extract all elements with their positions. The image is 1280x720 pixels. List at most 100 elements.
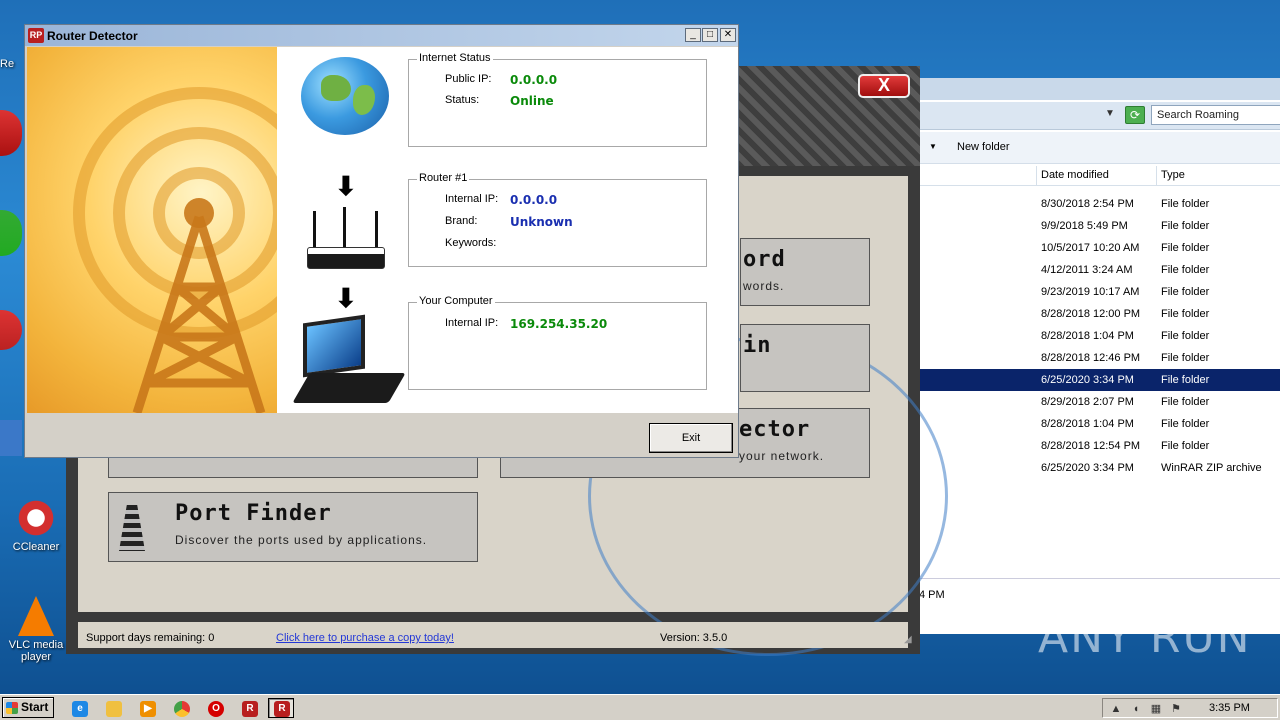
feature-desc: words. [743,279,785,293]
public-ip-value: 0.0.0.0 [510,73,558,87]
public-ip-label: Public IP: [445,73,492,85]
file-type: File folder [1161,374,1210,386]
taskbar-chrome[interactable] [168,698,194,718]
close-button[interactable]: ✕ [720,28,736,42]
desktop-partial-icon[interactable] [0,210,22,256]
file-type: File folder [1161,308,1210,320]
file-type: File folder [1161,198,1210,210]
file-row[interactable]: 8/28/2018 1:04 PM File folder [901,325,1280,347]
taskbar-app-2[interactable]: R [268,698,294,718]
feature-button-password[interactable]: ord words. [740,238,870,306]
file-date: 6/25/2020 3:34 PM [1041,374,1134,386]
group-legend: Your Computer [417,295,495,307]
taskbar-ie[interactable]: e [66,698,92,718]
feature-button-port-finder[interactable]: Port Finder Discover the ports used by a… [108,492,478,562]
chevron-up-icon[interactable]: ▲ [1109,702,1123,716]
feature-desc: Discover the ports used by applications. [175,533,428,547]
maximize-button[interactable]: □ [702,28,718,42]
start-button[interactable]: Start [2,697,54,718]
desktop-partial-icon[interactable] [0,310,22,350]
app-icon: RP [28,28,44,43]
desktop-partial-icon[interactable] [0,420,22,456]
start-label: Start [21,700,49,714]
router-brand-value: Unknown [510,215,573,229]
chevron-down-icon[interactable]: ▼ [929,142,937,151]
file-date: 8/28/2018 12:54 PM [1041,440,1141,452]
feature-title: ord [743,247,786,272]
computer-internal-ip-label: Internal IP: [445,317,499,329]
details-text: 4 PM [919,589,945,601]
exit-button[interactable]: Exit [649,423,733,453]
network-icon[interactable]: ▦ [1149,702,1163,716]
file-row[interactable]: 8/28/2018 12:54 PM File folder [901,435,1280,457]
app-icon: R [242,701,258,717]
tower-artwork [27,47,325,415]
router-internal-ip-label: Internal IP: [445,193,499,205]
taskbar-media-player[interactable]: ▶ [134,698,160,718]
folder-icon [106,701,122,717]
group-legend: Router #1 [417,172,470,184]
router-internal-ip-value: 0.0.0.0 [510,193,558,207]
globe-icon [301,57,389,135]
feature-desc: your network. [739,449,825,463]
column-header-type[interactable]: Type [1161,169,1185,181]
taskbar: Start e ▶ O R R ▲ ◖ ▦ ⚑ 3:35 PM [0,694,1280,720]
purchase-link[interactable]: Click here to purchase a copy today! [276,632,454,644]
flag-icon[interactable]: ⚑ [1169,702,1183,716]
taskbar-app-1[interactable]: R [236,698,262,718]
radio-tower-icon [73,87,325,415]
file-row[interactable]: 6/25/2020 3:34 PM File folder [901,369,1280,391]
resize-grip-icon[interactable]: ◢ [904,634,912,645]
file-date: 8/30/2018 2:54 PM [1041,198,1134,210]
laptop-icon [292,314,406,411]
anyrun-watermark: ANY RUN [1038,612,1252,663]
taskbar-explorer[interactable] [100,698,126,718]
file-row[interactable]: 8/28/2018 12:46 PM File folder [901,347,1280,369]
file-row[interactable]: 4/12/2011 3:24 AM File folder [901,259,1280,281]
file-row[interactable]: 9/23/2019 10:17 AM File folder [901,281,1280,303]
file-row[interactable]: 6/25/2020 3:34 PM WinRAR ZIP archive [901,457,1280,479]
file-type: File folder [1161,440,1210,452]
dialog-title: Router Detector [47,29,138,43]
computer-internal-ip-value: 169.254.35.20 [510,317,608,331]
explorer-titlebar [901,78,1280,100]
clock[interactable]: 3:35 PM [1209,702,1250,714]
file-row[interactable]: 10/5/2017 10:20 AM File folder [901,237,1280,259]
opera-icon: O [208,701,224,717]
desktop-icon-vlc[interactable]: VLC media player [6,596,66,663]
file-row[interactable]: 8/28/2018 1:04 PM File folder [901,413,1280,435]
refresh-icon[interactable]: ⟳ [1125,106,1145,124]
dialog-content: ⬇ ⬇ Internet Status Public IP: 0.0.0.0 S… [277,47,738,413]
file-type: File folder [1161,330,1210,342]
router-detector-dialog: RP Router Detector _ □ ✕ ⬇ ⬇ Internet St… [24,24,739,458]
file-date: 8/28/2018 1:04 PM [1041,418,1134,430]
search-input[interactable]: Search Roaming [1151,105,1280,125]
new-folder-button[interactable]: New folder [957,141,1010,153]
your-computer-group: Your Computer [408,295,707,390]
lighthouse-icon [119,505,145,551]
feature-button-login[interactable]: in [740,324,870,392]
file-row[interactable]: 8/28/2018 12:00 PM File folder [901,303,1280,325]
status-value: Online [510,94,554,108]
chrome-icon [174,701,190,717]
column-header-date[interactable]: Date modified [1041,169,1109,181]
file-date: 9/9/2018 5:49 PM [1041,220,1128,232]
version-text: Version: 3.5.0 [660,632,728,644]
file-date: 8/28/2018 12:46 PM [1041,352,1141,364]
chevron-down-icon[interactable]: ▼ [1105,108,1115,119]
close-button[interactable]: X [858,74,910,98]
file-row[interactable]: 9/9/2018 5:49 PM File folder [901,215,1280,237]
desktop-icon-ccleaner[interactable]: CCleaner [6,498,66,553]
system-tray: ▲ ◖ ▦ ⚑ 3:35 PM [1102,698,1278,718]
file-row[interactable]: 8/29/2018 2:07 PM File folder [901,391,1280,413]
file-row[interactable]: 8/30/2018 2:54 PM File folder [901,193,1280,215]
desktop-partial-icon[interactable] [0,110,22,156]
file-date: 10/5/2017 10:20 AM [1041,242,1140,254]
desktop-partial-label: Re [0,58,15,70]
taskbar-opera[interactable]: O [202,698,228,718]
feature-button-left-partial[interactable] [108,456,478,478]
file-date: 6/25/2020 3:34 PM [1041,462,1134,474]
minimize-button[interactable]: _ [685,28,701,42]
file-date: 8/28/2018 12:00 PM [1041,308,1141,320]
volume-icon[interactable]: ◖ [1129,702,1143,716]
